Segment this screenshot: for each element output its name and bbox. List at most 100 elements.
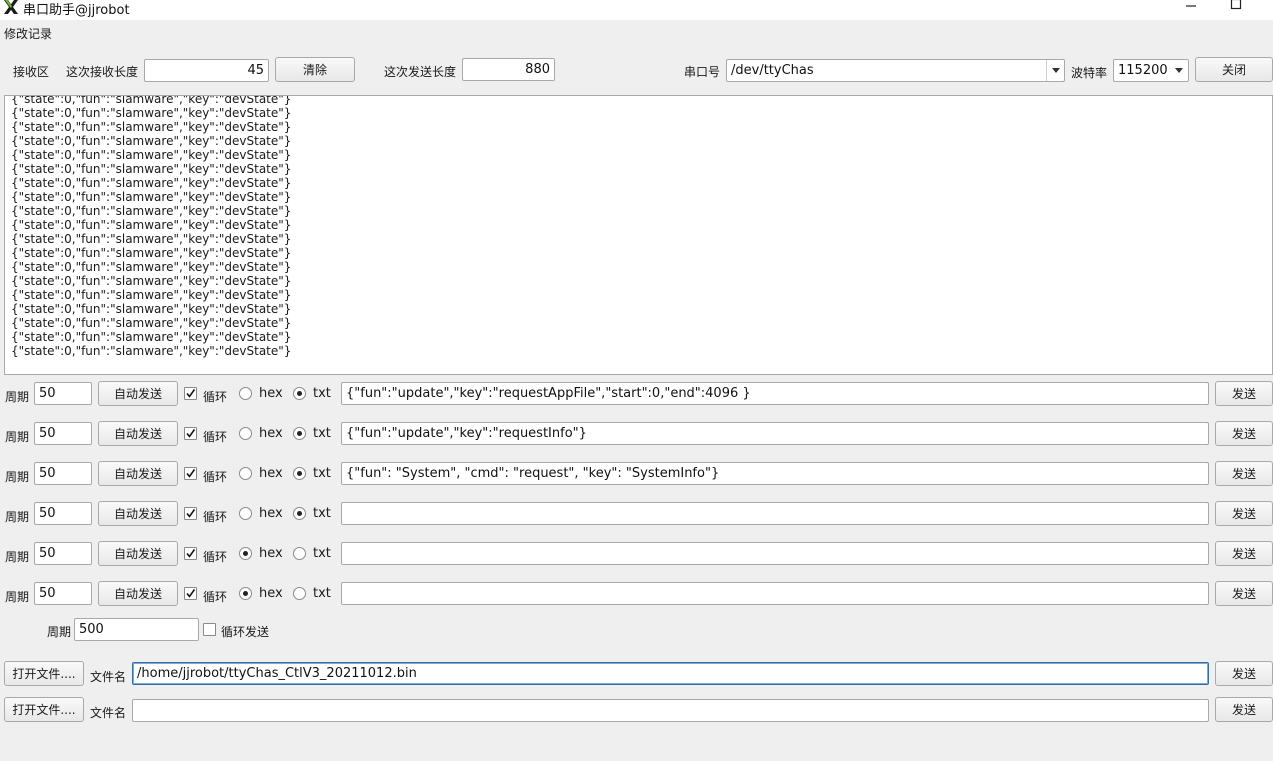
receive-line: {"state":0,"fun":"slamware","key":"devSt… — [11, 232, 292, 246]
txt-radio[interactable] — [293, 587, 306, 600]
file-path-input-2[interactable] — [132, 699, 1209, 722]
send-button[interactable]: 发送 — [1215, 421, 1273, 446]
period-input[interactable]: 50 — [34, 382, 92, 405]
auto-send-button[interactable]: 自动发送 — [98, 541, 178, 566]
receive-line: {"state":0,"fun":"slamware","key":"devSt… — [11, 134, 292, 148]
hex-label: hex — [259, 506, 283, 521]
txt-radio[interactable] — [293, 547, 306, 560]
auto-send-button[interactable]: 自动发送 — [98, 461, 178, 486]
receive-line: {"state":0,"fun":"slamware","key":"devSt… — [11, 190, 292, 204]
auto-send-button[interactable]: 自动发送 — [98, 501, 178, 526]
receive-line: {"state":0,"fun":"slamware","key":"devSt… — [11, 316, 292, 330]
file-send-button-1[interactable]: 发送 — [1215, 661, 1273, 686]
txt-radio[interactable] — [293, 507, 306, 520]
period-input[interactable]: 50 — [34, 422, 92, 445]
hex-radio[interactable] — [239, 387, 252, 400]
minimize-icon[interactable] — [1181, 0, 1201, 13]
baud-select-value: 115200 — [1118, 63, 1168, 78]
file-path-input-1[interactable]: /home/jjrobot/ttyChas_CtlV3_20211012.bin — [132, 662, 1209, 685]
period-label: 周期 — [5, 510, 30, 524]
auto-send-button[interactable]: 自动发送 — [98, 581, 178, 606]
loop-checkbox[interactable] — [184, 547, 197, 560]
file-name-label-1: 文件名 — [90, 670, 127, 684]
recv-length-field[interactable]: 45 — [144, 59, 269, 82]
receive-line: {"state":0,"fun":"slamware","key":"devSt… — [11, 204, 292, 218]
txt-label: txt — [313, 466, 331, 481]
baud-select[interactable]: 115200 — [1113, 59, 1189, 82]
send-content-input[interactable]: {"fun": "System", "cmd": "request", "key… — [341, 462, 1209, 485]
maximize-icon[interactable] — [1226, 0, 1246, 11]
send-button[interactable]: 发送 — [1215, 541, 1273, 566]
send-content-input[interactable]: {"fun":"update","key":"requestAppFile","… — [341, 382, 1209, 405]
hex-radio[interactable] — [239, 587, 252, 600]
send-button[interactable]: 发送 — [1215, 581, 1273, 606]
send-content-input[interactable] — [341, 542, 1209, 565]
cycle-period-input[interactable]: 500 — [74, 618, 199, 641]
open-file-button-2[interactable]: 打开文件.... — [4, 697, 84, 722]
loop-send-checkbox[interactable] — [203, 623, 216, 636]
close-port-button[interactable]: 关闭 — [1195, 57, 1273, 82]
receive-line: {"state":0,"fun":"slamware","key":"devSt… — [11, 246, 292, 260]
port-label: 串口号 — [684, 65, 721, 79]
auto-send-button[interactable]: 自动发送 — [98, 421, 178, 446]
send-button[interactable]: 发送 — [1215, 381, 1273, 406]
period-label: 周期 — [5, 430, 30, 444]
send-button[interactable]: 发送 — [1215, 461, 1273, 486]
loop-checkbox[interactable] — [184, 387, 197, 400]
hex-radio[interactable] — [239, 507, 252, 520]
send-length-field[interactable]: 880 — [462, 58, 555, 81]
period-input[interactable]: 50 — [34, 542, 92, 565]
loop-send-label: 循环发送 — [221, 625, 270, 639]
txt-label: txt — [313, 386, 331, 401]
loop-label: 循环 — [203, 390, 228, 404]
txt-radio[interactable] — [293, 387, 306, 400]
hex-radio[interactable] — [239, 547, 252, 560]
receive-line: {"state":0,"fun":"slamware","key":"devSt… — [11, 330, 292, 344]
file-name-label-2: 文件名 — [90, 706, 127, 720]
send-length-label: 这次发送长度 — [384, 65, 457, 79]
cycle-period-label: 周期 — [47, 625, 72, 639]
loop-checkbox[interactable] — [184, 467, 197, 480]
hex-label: hex — [259, 586, 283, 601]
loop-checkbox[interactable] — [184, 587, 197, 600]
menu-modify-log[interactable]: 修改记录 — [4, 25, 52, 42]
period-label: 周期 — [5, 470, 30, 484]
receive-line: {"state":0,"fun":"slamware","key":"devSt… — [11, 95, 292, 106]
loop-label: 循环 — [203, 590, 228, 604]
txt-radio[interactable] — [293, 427, 306, 440]
loop-label: 循环 — [203, 470, 228, 484]
chevron-down-icon[interactable] — [1046, 60, 1064, 81]
receive-line: {"state":0,"fun":"slamware","key":"devSt… — [11, 302, 292, 316]
period-label: 周期 — [5, 590, 30, 604]
txt-label: txt — [313, 426, 331, 441]
loop-checkbox[interactable] — [184, 427, 197, 440]
receive-textarea[interactable]: {"state":0,"fun":"slamware","key":"devSt… — [4, 95, 1273, 375]
port-select[interactable]: /dev/ttyChas — [726, 59, 1065, 82]
send-content-input[interactable] — [341, 582, 1209, 605]
send-button[interactable]: 发送 — [1215, 501, 1273, 526]
period-input[interactable]: 50 — [34, 502, 92, 525]
recv-length-label: 这次接收长度 — [66, 65, 139, 79]
receive-line: {"state":0,"fun":"slamware","key":"devSt… — [11, 120, 292, 134]
clear-button[interactable]: 清除 — [275, 57, 355, 82]
receive-line: {"state":0,"fun":"slamware","key":"devSt… — [11, 260, 292, 274]
loop-checkbox[interactable] — [184, 507, 197, 520]
hex-radio[interactable] — [239, 427, 252, 440]
receive-line: {"state":0,"fun":"slamware","key":"devSt… — [11, 106, 292, 120]
send-content-input[interactable] — [341, 502, 1209, 525]
period-label: 周期 — [5, 550, 30, 564]
open-file-button-1[interactable]: 打开文件.... — [4, 661, 84, 686]
period-input[interactable]: 50 — [34, 462, 92, 485]
hex-label: hex — [259, 386, 283, 401]
file-send-button-2[interactable]: 发送 — [1215, 697, 1273, 722]
receive-line: {"state":0,"fun":"slamware","key":"devSt… — [11, 218, 292, 232]
chevron-down-icon[interactable] — [1170, 60, 1188, 81]
period-input[interactable]: 50 — [34, 582, 92, 605]
hex-label: hex — [259, 546, 283, 561]
hex-radio[interactable] — [239, 467, 252, 480]
send-content-input[interactable]: {"fun":"update","key":"requestInfo"} — [341, 422, 1209, 445]
auto-send-button[interactable]: 自动发送 — [98, 381, 178, 406]
baud-label: 波特率 — [1071, 66, 1108, 80]
loop-label: 循环 — [203, 430, 228, 444]
txt-radio[interactable] — [293, 467, 306, 480]
